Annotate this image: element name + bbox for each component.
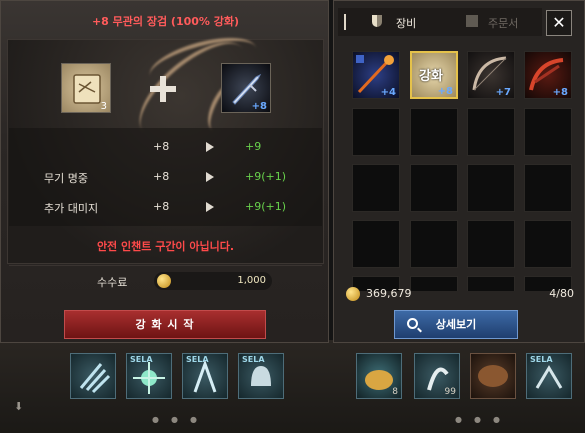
details-button[interactable]: 상세보기 bbox=[394, 310, 518, 339]
weapon-plus: +8 bbox=[251, 101, 267, 112]
stat-label: 추가 대미지 bbox=[44, 202, 99, 215]
inventory-slot-enchant-scroll[interactable]: 강화 +8 bbox=[410, 51, 458, 99]
skill-page-dots[interactable]: ●●● bbox=[455, 415, 512, 424]
skill-slot-bowl[interactable] bbox=[470, 353, 516, 399]
stat-row: 추가 대미지 +8 +9(+1) bbox=[9, 192, 322, 220]
inventory-slot-staff[interactable]: +4 bbox=[352, 51, 400, 99]
inventory-slot-empty[interactable] bbox=[410, 164, 458, 212]
tab-equipment[interactable]: 장비 bbox=[344, 8, 436, 36]
stat-label: 무기 명중 bbox=[44, 172, 88, 185]
inventory-slot-empty[interactable] bbox=[410, 220, 458, 268]
tab-label: 주문서 bbox=[488, 17, 519, 30]
skill-tag: SELA bbox=[530, 355, 553, 364]
skill-slot-helmet[interactable]: SELA bbox=[238, 353, 284, 399]
skill-tag: SELA bbox=[130, 355, 153, 364]
fee-bar: 1,000 bbox=[154, 272, 272, 290]
item-plus: +8 bbox=[552, 87, 568, 98]
scroll-count: 3 bbox=[100, 101, 107, 112]
skill-slot-beast[interactable]: SELA bbox=[526, 353, 572, 399]
stat-row: +8 +9 bbox=[9, 132, 322, 160]
item-count: 99 bbox=[444, 387, 456, 397]
skill-slot-claw[interactable] bbox=[70, 353, 116, 399]
gold-coin-icon bbox=[157, 274, 171, 288]
inventory-slot-empty[interactable] bbox=[467, 220, 515, 268]
gold-amount: 369,679 bbox=[366, 287, 412, 300]
inventory-slot-empty[interactable] bbox=[467, 108, 515, 156]
stat-next: +9(+1) bbox=[245, 200, 287, 213]
arrow-right-icon bbox=[206, 202, 214, 212]
inventory-slot-crossbow[interactable]: +8 bbox=[524, 51, 572, 99]
details-button-label: 상세보기 bbox=[435, 318, 477, 331]
arrow-right-icon bbox=[206, 142, 214, 152]
item-plus: +7 bbox=[495, 87, 511, 98]
fee-label: 수수료 bbox=[97, 276, 128, 289]
claw-icon bbox=[79, 363, 111, 394]
skill-page-dots[interactable]: ●●● bbox=[152, 415, 209, 424]
start-enchant-button[interactable]: 강 화 시 작 bbox=[64, 310, 266, 339]
skill-slot-pouch[interactable]: 8 bbox=[356, 353, 402, 399]
tab-label: 장비 bbox=[396, 17, 417, 30]
skill-slot-shot[interactable]: SELA bbox=[182, 353, 228, 399]
stat-current: +8 bbox=[153, 170, 170, 183]
fee-row: 수수료 1,000 bbox=[9, 265, 322, 295]
fee-value: 1,000 bbox=[237, 275, 266, 286]
bowl-icon bbox=[478, 365, 508, 387]
item-count: 8 bbox=[392, 387, 398, 397]
item-plus: +8 bbox=[437, 86, 453, 97]
skill-tag: SELA bbox=[186, 355, 209, 364]
gold-coin-icon bbox=[346, 287, 360, 301]
inventory-slot-empty[interactable] bbox=[352, 220, 400, 268]
inventory-slot-empty[interactable] bbox=[352, 108, 400, 156]
item-plus: +4 bbox=[380, 87, 396, 98]
scroll-item-label: 강화 bbox=[419, 69, 443, 84]
enchant-panel: +8 무관의 장검 (100% 강화) 3 +8 +8 +9 무기 명중 +8 bbox=[0, 0, 329, 343]
tab-active-marker bbox=[344, 14, 346, 30]
tab-scrolls[interactable]: 주문서 bbox=[446, 8, 536, 36]
inventory-slot-empty[interactable] bbox=[524, 108, 572, 156]
inventory-slot-empty[interactable] bbox=[467, 164, 515, 212]
stat-current: +8 bbox=[153, 140, 170, 153]
close-button[interactable]: ✕ bbox=[546, 10, 572, 36]
enchant-stats: +8 +9 무기 명중 +8 +9(+1) 추가 대미지 +8 +9(+1) bbox=[9, 128, 322, 226]
stat-row: 무기 명중 +8 +9(+1) bbox=[9, 162, 322, 190]
magnifier-icon bbox=[407, 318, 418, 329]
stat-next: +9(+1) bbox=[245, 170, 287, 183]
inventory-slot-empty[interactable] bbox=[352, 164, 400, 212]
arrow-down-icon[interactable]: ⬇ bbox=[14, 400, 24, 413]
scroll-icon bbox=[73, 74, 101, 104]
skill-slot-figure[interactable]: 99 bbox=[414, 353, 460, 399]
inventory-slot-bow[interactable]: +7 bbox=[467, 51, 515, 99]
stat-current: +8 bbox=[153, 200, 170, 213]
enchant-title: +8 무관의 장검 (100% 강화) bbox=[91, 15, 240, 28]
skill-slot-burst[interactable]: SELA bbox=[126, 353, 172, 399]
skill-tag: SELA bbox=[242, 355, 265, 364]
inventory-slot-empty[interactable] bbox=[410, 108, 458, 156]
enchant-warning: 안전 인챈트 구간이 아닙니다. bbox=[96, 240, 235, 253]
inventory-slot-empty[interactable] bbox=[524, 220, 572, 268]
inventory-panel: 장비 주문서 ✕ +4 강화 +8 +7 +8 369,679 4/80 상세보… bbox=[333, 0, 585, 343]
inventory-grid: +4 강화 +8 +7 +8 bbox=[352, 51, 574, 291]
arrow-right-icon bbox=[206, 172, 214, 182]
gold-row: 369,679 4/80 bbox=[342, 285, 578, 303]
combine-plus-icon bbox=[150, 76, 176, 102]
inventory-slot-empty[interactable] bbox=[524, 164, 572, 212]
inventory-tabs: 장비 주문서 bbox=[338, 8, 542, 36]
scroll-tab-icon bbox=[466, 15, 478, 27]
shield-icon bbox=[372, 15, 382, 27]
enchant-weapon-slot[interactable]: +8 bbox=[221, 63, 271, 113]
stat-next: +9 bbox=[245, 140, 262, 153]
inventory-slot-count: 4/80 bbox=[549, 287, 574, 300]
enchant-scroll-slot[interactable]: 3 bbox=[61, 63, 111, 113]
